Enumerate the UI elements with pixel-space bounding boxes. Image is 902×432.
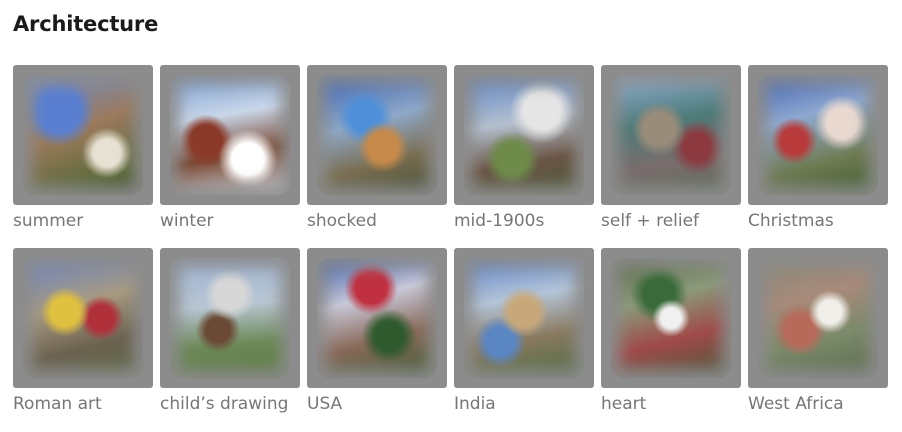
thumbnail-image[interactable] (160, 248, 300, 388)
architecture-image (611, 75, 731, 195)
grid-card-roman-art[interactable]: Roman art (13, 248, 153, 431)
grid-card-shocked[interactable]: shocked (307, 65, 447, 248)
grid-card-childs-drawing[interactable]: child’s drawing (160, 248, 300, 431)
architecture-image (23, 75, 143, 195)
thumbnail-image[interactable] (454, 65, 594, 205)
thumbnail-image[interactable] (13, 65, 153, 205)
architecture-image (758, 258, 878, 378)
architecture-image (317, 258, 437, 378)
page: Architecture summer winter shocked mid-1… (0, 0, 902, 432)
thumbnail-image[interactable] (160, 65, 300, 205)
grid-card-summer[interactable]: summer (13, 65, 153, 248)
grid-card-heart[interactable]: heart (601, 248, 741, 431)
grid-card-christmas[interactable]: Christmas (748, 65, 888, 248)
card-caption: Christmas (748, 211, 834, 231)
card-caption: USA (307, 394, 343, 414)
card-caption: child’s drawing (160, 394, 289, 414)
thumbnail-image[interactable] (748, 65, 888, 205)
card-caption: heart (601, 394, 647, 414)
card-caption: India (454, 394, 496, 414)
card-caption: summer (13, 211, 84, 231)
card-caption: shocked (307, 211, 377, 231)
grid-card-usa[interactable]: USA (307, 248, 447, 431)
architecture-image (317, 75, 437, 195)
architecture-image (170, 75, 290, 195)
grid-card-west-africa[interactable]: West Africa (748, 248, 888, 431)
architecture-image (464, 258, 584, 378)
architecture-image (758, 75, 878, 195)
card-caption: Roman art (13, 394, 102, 414)
image-grid: summer winter shocked mid-1900s self + r… (13, 65, 888, 431)
thumbnail-image[interactable] (307, 248, 447, 388)
card-caption: winter (160, 211, 214, 231)
section-title: Architecture (13, 12, 159, 36)
thumbnail-image[interactable] (601, 248, 741, 388)
thumbnail-image[interactable] (601, 65, 741, 205)
thumbnail-image[interactable] (13, 248, 153, 388)
grid-card-winter[interactable]: winter (160, 65, 300, 248)
architecture-image (611, 258, 731, 378)
grid-card-india[interactable]: India (454, 248, 594, 431)
architecture-image (23, 258, 143, 378)
card-caption: mid-1900s (454, 211, 545, 231)
architecture-image (464, 75, 584, 195)
grid-card-self-relief[interactable]: self + relief (601, 65, 741, 248)
thumbnail-image[interactable] (748, 248, 888, 388)
thumbnail-image[interactable] (307, 65, 447, 205)
card-caption: self + relief (601, 211, 700, 231)
card-caption: West Africa (748, 394, 844, 414)
architecture-image (170, 258, 290, 378)
grid-card-mid-1900s[interactable]: mid-1900s (454, 65, 594, 248)
thumbnail-image[interactable] (454, 248, 594, 388)
